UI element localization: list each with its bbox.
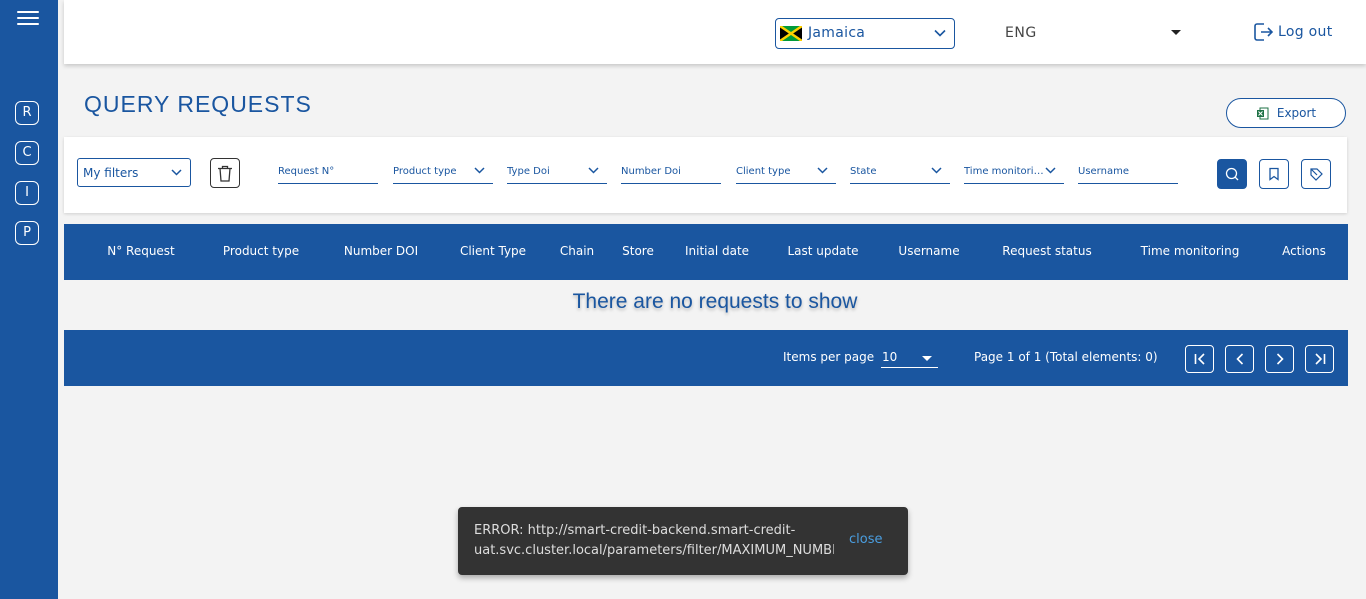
filter-bar: My filters Request N° Product type Type …: [64, 137, 1347, 213]
username-label: Username: [1078, 166, 1129, 177]
search-button[interactable]: [1217, 159, 1247, 189]
last-page-button[interactable]: [1305, 345, 1334, 373]
time-monitoring-label: Time monitoring: [964, 166, 1046, 177]
state-select[interactable]: State: [850, 161, 950, 184]
snackbar-close-button[interactable]: close: [849, 532, 882, 547]
first-page-icon: [1194, 353, 1205, 365]
chevron-down-icon: [1045, 167, 1056, 174]
items-per-page-select[interactable]: 10: [881, 348, 938, 368]
items-per-page-value: 10: [882, 350, 898, 364]
clear-filters-button[interactable]: [210, 158, 240, 188]
pagination-bar: Items per page 10 Page 1 of 1 (Total ele…: [64, 330, 1348, 386]
export-button[interactable]: Export: [1226, 98, 1346, 128]
table-header: N° Request Product type Number DOI Clien…: [64, 224, 1348, 280]
page-info: Page 1 of 1 (Total elements: 0): [974, 350, 1158, 364]
chevron-down-icon: [474, 167, 485, 174]
chevron-right-icon: [1276, 353, 1284, 365]
previous-page-button[interactable]: [1225, 345, 1254, 373]
page-title: QUERY REQUESTS: [84, 91, 312, 117]
sidebar-item-r[interactable]: R: [15, 101, 39, 125]
chevron-left-icon: [1235, 353, 1243, 365]
chevron-down-icon: [171, 169, 182, 176]
product-type-select[interactable]: Product type: [393, 161, 493, 184]
chevron-down-icon: [934, 29, 946, 37]
my-filters-select[interactable]: My filters: [77, 158, 191, 187]
hamburger-menu-icon[interactable]: [17, 11, 39, 27]
column-time-monitoring[interactable]: Time monitoring: [1141, 244, 1240, 258]
column-request-status[interactable]: Request status: [1002, 244, 1091, 258]
my-filters-label: My filters: [83, 166, 139, 180]
product-type-label: Product type: [393, 166, 457, 177]
column-last-update[interactable]: Last update: [787, 244, 858, 258]
column-chain[interactable]: Chain: [560, 244, 594, 258]
state-label: State: [850, 166, 877, 177]
type-doi-select[interactable]: Type Doi: [507, 161, 607, 184]
logout-label: Log out: [1278, 24, 1333, 40]
last-page-icon: [1314, 353, 1325, 365]
eraser-icon: [1310, 168, 1323, 181]
chevron-down-icon: [931, 167, 942, 174]
jamaica-flag-icon: [780, 26, 802, 41]
request-number-input[interactable]: Request N°: [278, 161, 378, 184]
excel-icon: [1256, 107, 1269, 119]
type-doi-label: Type Doi: [507, 166, 550, 177]
items-per-page-label: Items per page: [783, 350, 875, 364]
error-message: ERROR: http://smart-credit-backend.smart…: [474, 523, 834, 558]
caret-down-icon: [1171, 30, 1181, 35]
sidebar: R C I P: [0, 0, 58, 599]
time-monitoring-select[interactable]: Time monitoring: [964, 161, 1064, 184]
sidebar-item-p[interactable]: P: [15, 221, 39, 245]
column-actions: Actions: [1282, 244, 1326, 258]
chevron-down-icon: [817, 167, 828, 174]
caret-down-icon: [922, 356, 932, 361]
clear-button[interactable]: [1301, 159, 1331, 189]
first-page-button[interactable]: [1185, 345, 1214, 373]
logout-icon: [1254, 23, 1274, 41]
search-icon: [1225, 167, 1239, 181]
column-request-number[interactable]: N° Request: [107, 244, 175, 258]
column-client-type[interactable]: Client Type: [460, 244, 526, 258]
column-product-type[interactable]: Product type: [223, 244, 299, 258]
error-snackbar: ERROR: http://smart-credit-backend.smart…: [458, 507, 908, 575]
chevron-down-icon: [588, 167, 599, 174]
country-label: Jamaica: [808, 25, 866, 41]
request-number-label: Request N°: [278, 166, 335, 177]
bookmark-icon: [1269, 167, 1279, 181]
sidebar-item-i[interactable]: I: [15, 181, 39, 205]
sidebar-item-c[interactable]: C: [15, 141, 39, 165]
column-initial-date[interactable]: Initial date: [685, 244, 749, 258]
save-filter-button[interactable]: [1259, 159, 1289, 189]
language-select[interactable]: ENG: [1005, 22, 1185, 44]
top-bar: Jamaica ENG Log out: [64, 0, 1366, 64]
client-type-label: Client type: [736, 166, 791, 177]
language-label: ENG: [1005, 25, 1037, 41]
column-username[interactable]: Username: [898, 244, 959, 258]
column-store[interactable]: Store: [622, 244, 654, 258]
number-doi-input[interactable]: Number Doi: [621, 161, 721, 184]
username-input[interactable]: Username: [1078, 161, 1178, 184]
empty-table-message: There are no requests to show: [572, 290, 858, 313]
trash-icon: [218, 165, 232, 182]
export-label: Export: [1276, 106, 1317, 120]
logout-button[interactable]: Log out: [1252, 20, 1332, 44]
client-type-select[interactable]: Client type: [736, 161, 836, 184]
country-select[interactable]: Jamaica: [775, 18, 955, 49]
number-doi-label: Number Doi: [621, 166, 681, 177]
next-page-button[interactable]: [1265, 345, 1294, 373]
column-number-doi[interactable]: Number DOI: [344, 244, 418, 258]
